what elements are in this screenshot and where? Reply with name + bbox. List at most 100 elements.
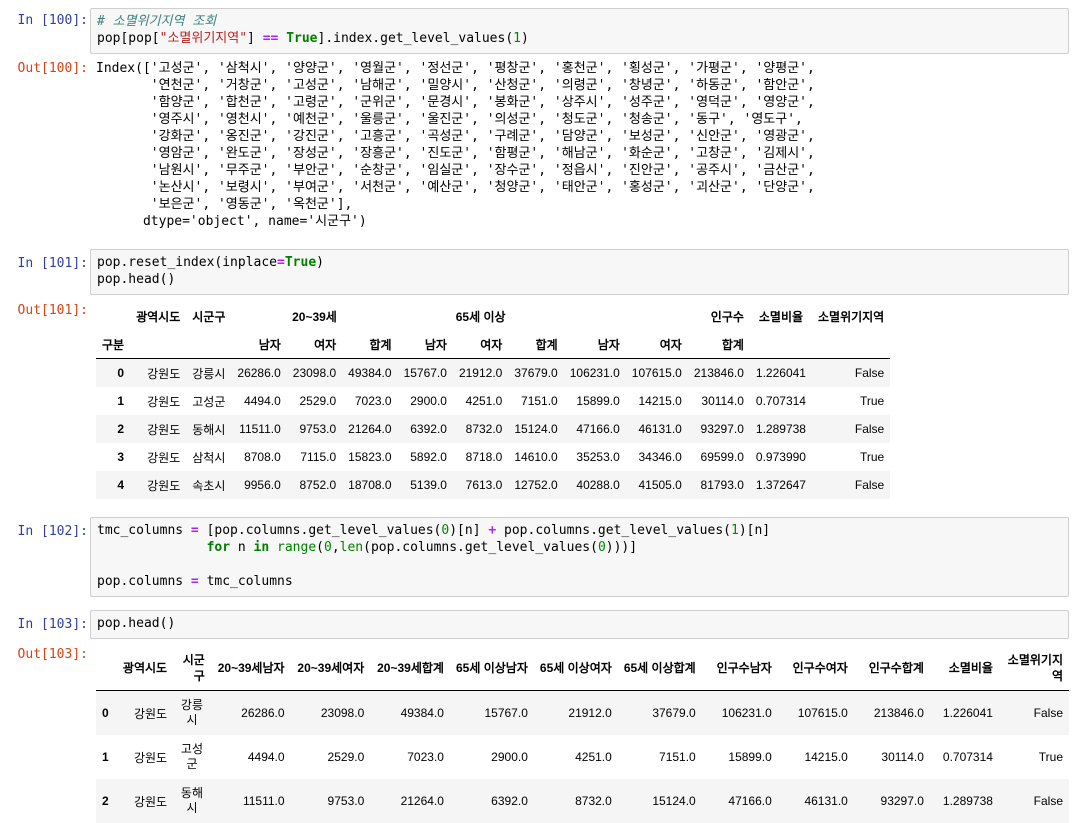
table-cell: 107615.0 [797,706,848,720]
table-row: 2 강원도 동해시 11511.0 9753.0 21264.0 6392.0 8732.0 1… [96,415,891,443]
output-line: '강화군', '옹진군', '강진군', '고흥군', '곡성군', '구례군'… [96,129,815,144]
input-prompt: In [100]: [17,13,88,28]
col-header: 65세 이상여자 [533,646,618,691]
output-line: dtype='object', name='시군구') [96,214,367,229]
table-cell: 7151.0 [521,394,558,408]
table-cell: 8732.0 [575,794,612,808]
sub-col-header: 여자 [286,330,343,359]
table-cell: 21912.0 [568,706,612,720]
table-cell: 15124.0 [514,422,558,436]
table-cell: 0.973990 [755,450,806,464]
table-cell: 7613.0 [465,478,503,492]
output-line: '연천군', '거창군', '고성군', '남해군', '밀양시', '산청군'… [96,78,815,93]
table-cell: 21264.0 [400,794,444,808]
input-prompt: In [101]: [17,256,88,271]
table-cell: 1.289738 [942,794,993,808]
table-cell: 46131.0 [638,422,682,436]
table-cell: 21264.0 [348,422,392,436]
table-cell: 고성군 [180,742,203,771]
table-cell: 7023.0 [407,750,444,764]
table-cell: 4251.0 [575,750,612,764]
table-cell: 49384.0 [348,366,392,380]
table-cell: 5139.0 [410,478,447,492]
table-cell: 15899.0 [576,394,620,408]
col-header: 광역시도 [136,309,181,324]
table-cell: 9753.0 [327,794,365,808]
table-cell: 18708.0 [348,478,392,492]
col-header: 소멸비율 [758,309,804,324]
table-cell: False [854,422,885,436]
dataframe-table: 광역시도 시군구 20~39세 65세 이상 인구수 소멸비율 소멸위기지역 구… [96,302,891,499]
table-cell: 2900.0 [410,394,447,408]
index-name: 구분 [96,330,131,359]
col-group-header: 65세 이상 [455,309,506,324]
output-prompt: Out[100]: [17,61,88,76]
table-cell: 강원도 [133,706,168,721]
col-header: 시군구 [173,646,211,691]
table-cell: 강원도 [133,750,168,765]
table-cell: 107615.0 [631,366,682,380]
table-cell: 213846.0 [693,366,744,380]
col-header: 20~39세여자 [290,646,371,691]
table-cell: 93297.0 [700,422,744,436]
table-cell: 30114.0 [881,750,924,764]
table-cell: True [860,450,885,464]
table-cell: 강원도 [147,366,181,381]
table-cell: True [1038,750,1063,764]
table-cell: 15767.0 [484,706,528,720]
output-line: Index(['고성군', '삼척시', '양양군', '영월군', '정선군'… [96,61,815,76]
table-row: 1 강원도 고성군 4494.0 2529.0 7023.0 2900.0 4251.0 715… [96,735,1069,779]
table-cell: False [854,478,885,492]
table-cell: 2529.0 [327,750,365,764]
col-header: 광역시도 [114,646,174,691]
col-header: 65세 이상남자 [449,646,534,691]
table-cell: 강원도 [147,450,181,465]
col-header: 인구수여자 [777,646,854,691]
table-row: 0 강원도 강릉시 26286.0 23098.0 49384.0 15767.0 21912… [96,690,1069,735]
table-cell: 93297.0 [880,794,924,808]
output-line: '함양군', '합천군', '고령군', '군위군', '문경시', '봉화군'… [96,95,815,110]
row-index: 0 [117,366,125,380]
table-row: 0 강원도 강릉시 26286.0 23098.0 49384.0 15767.0 21912… [96,358,891,387]
table-cell: 동해시 [180,786,203,815]
table-cell: 0.707314 [942,750,993,764]
table-cell: 46131.0 [804,794,848,808]
sub-col-header: 합계 [687,330,750,359]
table-cell: False [1033,706,1063,720]
row-index: 1 [102,750,109,764]
code-input[interactable]: pop.reset_index(inplace=True) pop.head() [90,249,1069,295]
row-index: 1 [117,394,125,408]
table-cell: 41505.0 [638,478,682,492]
table-cell: 동해시 [192,422,226,437]
table-cell: 4494.0 [244,394,281,408]
table-cell: 4251.0 [465,394,503,408]
table-cell: 15767.0 [403,366,447,380]
table-cell: 40288.0 [576,478,620,492]
table-cell: 11511.0 [239,422,281,436]
code-input[interactable]: pop.head() [90,610,1069,639]
sub-col-header: 남자 [397,330,453,359]
table-cell: 21912.0 [458,366,503,380]
table-cell: False [854,366,885,380]
code-input[interactable]: tmc_columns = [pop.columns.get_level_val… [90,517,1069,597]
table-cell: 2900.0 [491,750,528,764]
col-header: 소멸비율 [929,646,999,691]
table-cell: 69599.0 [700,450,744,464]
col-header: 시군구 [192,309,226,324]
output-line: '보은군', '영동군', '옥천군'], [96,197,353,212]
table-cell: True [860,394,885,408]
input-prompt: In [103]: [17,617,88,632]
table-cell: 35253.0 [576,450,620,464]
table-cell: 고성군 [192,394,226,409]
table-cell: 4494.0 [247,750,285,764]
code-input[interactable]: # 소멸위기지역 조회 pop[pop["소멸위기지역"] == True].i… [90,8,1069,54]
col-header: 20~39세남자 [210,646,291,691]
table-cell: 26286.0 [241,706,285,720]
col-header: 인구수남자 [701,646,778,691]
output-prompt: Out[101]: [17,303,88,318]
table-cell: 강원도 [147,394,181,409]
table-cell: 강원도 [147,478,181,493]
table-cell: 30114.0 [701,394,744,408]
table-cell: 1.289738 [755,422,806,436]
table-cell: 삼척시 [192,450,226,465]
